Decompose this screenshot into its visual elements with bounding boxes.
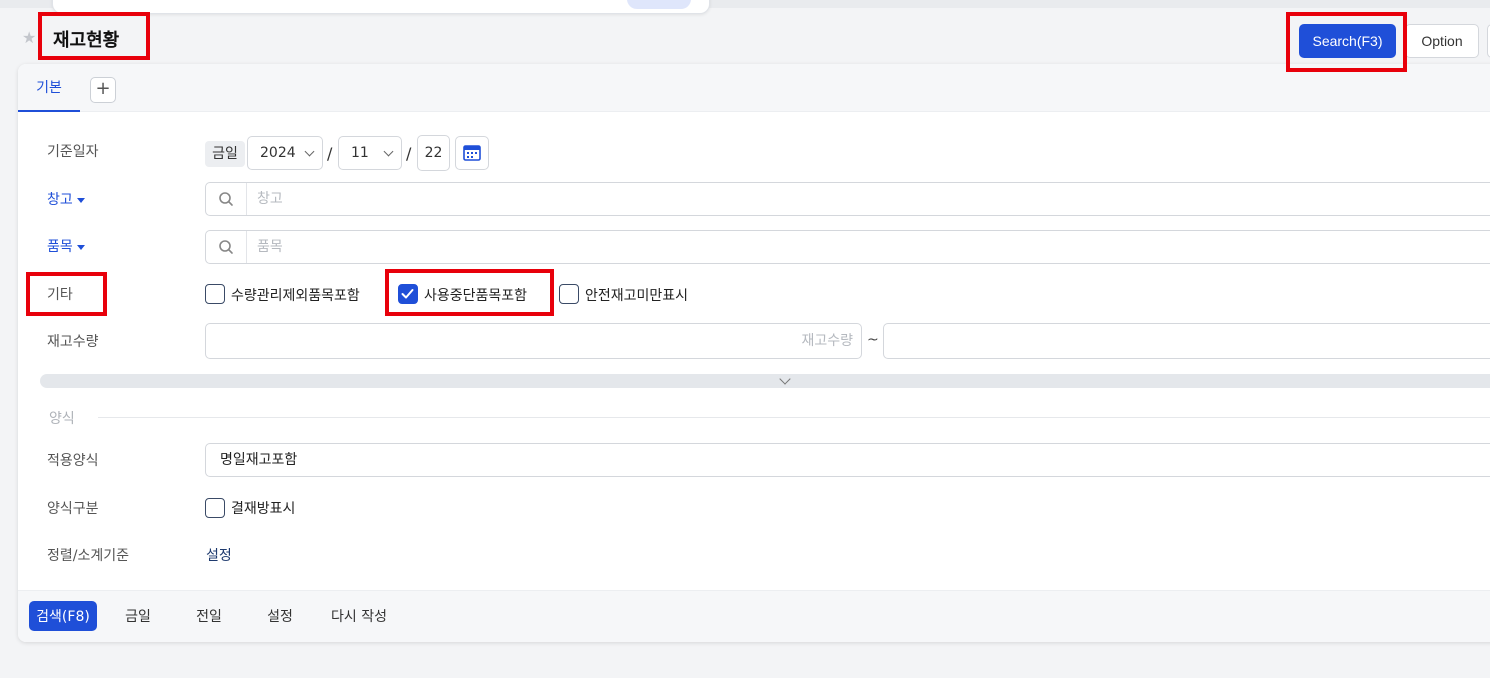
today-button[interactable]: 금일 [113, 601, 163, 631]
chevron-down-icon [779, 373, 791, 385]
warehouse-dropdown-label[interactable]: 창고 [47, 189, 85, 209]
today-chip[interactable]: 금일 [205, 141, 245, 167]
sort-subtotal-label: 정렬/소계기준 [47, 548, 129, 564]
applied-format-label: 적용양식 [47, 453, 99, 469]
calendar-button[interactable] [455, 136, 489, 170]
discontinued-label[interactable]: 사용중단품목포함 [424, 285, 527, 305]
month-select[interactable]: 11 [338, 136, 402, 170]
etc-label: 기타 [47, 287, 73, 303]
warehouse-search-field[interactable] [205, 182, 1490, 216]
warehouse-input[interactable] [248, 183, 1448, 215]
window-tabs-bar [52, 0, 710, 14]
item-input[interactable] [248, 231, 1448, 263]
item-search-field[interactable] [205, 230, 1490, 264]
approval-line-label[interactable]: 결재방표시 [231, 498, 295, 518]
chevron-down-icon [304, 146, 315, 157]
year-value: 2024 [260, 145, 296, 161]
approval-line-checkbox[interactable] [205, 498, 225, 518]
rewrite-button[interactable]: 다시 작성 [321, 601, 397, 631]
date-separator: / [327, 144, 333, 163]
item-dropdown-label[interactable]: 품목 [47, 236, 85, 256]
option-button[interactable]: Option [1405, 24, 1479, 58]
tab-bar: 기본 + [18, 64, 1490, 112]
exclude-qty-checkbox[interactable] [205, 284, 225, 304]
day-input[interactable]: 22 [417, 135, 450, 171]
warehouse-label-text: 창고 [47, 192, 73, 208]
favorite-star-icon[interactable]: ★ [22, 28, 36, 47]
base-date-label: 기준일자 [47, 144, 99, 160]
safety-stock-checkbox[interactable] [559, 284, 579, 304]
checkmark-icon [401, 289, 414, 299]
search-button[interactable]: Search(F3) [1299, 24, 1396, 58]
stock-qty-from-input[interactable] [205, 323, 862, 359]
date-separator: / [406, 144, 412, 163]
range-tilde: ~ [867, 332, 879, 348]
item-label-text: 품목 [47, 239, 73, 255]
bottom-action-bar: 검색(F8) 금일 전일 설정 다시 작성 [18, 590, 1490, 642]
discontinued-checkbox[interactable] [398, 284, 418, 304]
tab-basic[interactable]: 기본 [18, 64, 80, 112]
active-window-tab[interactable] [627, 0, 691, 9]
plus-icon[interactable]: + [90, 77, 116, 103]
search-icon[interactable] [206, 231, 247, 263]
stock-qty-to-input[interactable] [883, 323, 1490, 359]
caret-down-icon [76, 244, 85, 250]
search-panel: 기본 + 기준일자 금일 2024 / 11 / 22 창고 창고 품목 품목 … [18, 64, 1490, 642]
expand-toggle-bar[interactable] [40, 373, 1490, 388]
exclude-qty-label[interactable]: 수량관리제외품목포함 [231, 285, 360, 305]
settings-button[interactable]: 설정 [255, 601, 305, 631]
section-divider [98, 417, 1490, 418]
applied-format-field[interactable]: 명일재고포함 [205, 443, 1490, 477]
calendar-icon [463, 145, 481, 161]
format-type-label: 양식구분 [47, 501, 99, 517]
format-section-title: 양식 [49, 411, 75, 427]
prev-day-button[interactable]: 전일 [184, 601, 234, 631]
sort-settings-link[interactable]: 설정 [206, 545, 232, 565]
year-select[interactable]: 2024 [247, 136, 323, 170]
search-f8-button[interactable]: 검색(F8) [29, 601, 97, 631]
safety-stock-label[interactable]: 안전재고미만표시 [585, 285, 688, 305]
stock-qty-label: 재고수량 [47, 334, 99, 350]
search-icon[interactable] [206, 183, 247, 215]
caret-down-icon [76, 197, 85, 203]
page-title: 재고현황 [53, 30, 120, 51]
month-value: 11 [351, 145, 369, 161]
chevron-down-icon [383, 146, 394, 157]
